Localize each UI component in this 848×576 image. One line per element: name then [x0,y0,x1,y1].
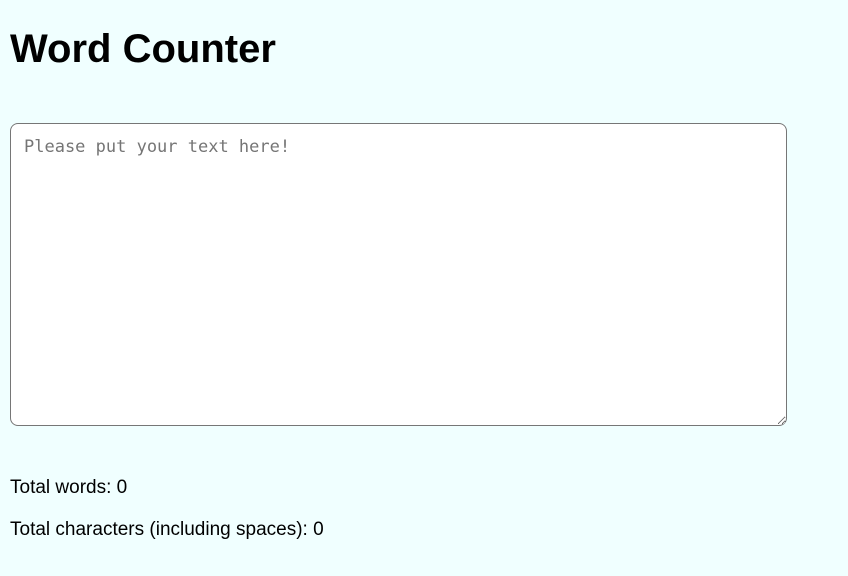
total-characters-value: 0 [313,519,324,540]
total-words-label: Total words: [10,477,112,498]
total-characters-stat: Total characters (including spaces): 0 [10,519,324,541]
text-input-area[interactable] [10,123,787,426]
page-title: Word Counter [10,27,276,71]
total-words-value: 0 [116,477,128,498]
total-characters-label: Total characters (including spaces): [10,519,308,540]
total-words-stat: Total words: 0 [10,477,127,499]
